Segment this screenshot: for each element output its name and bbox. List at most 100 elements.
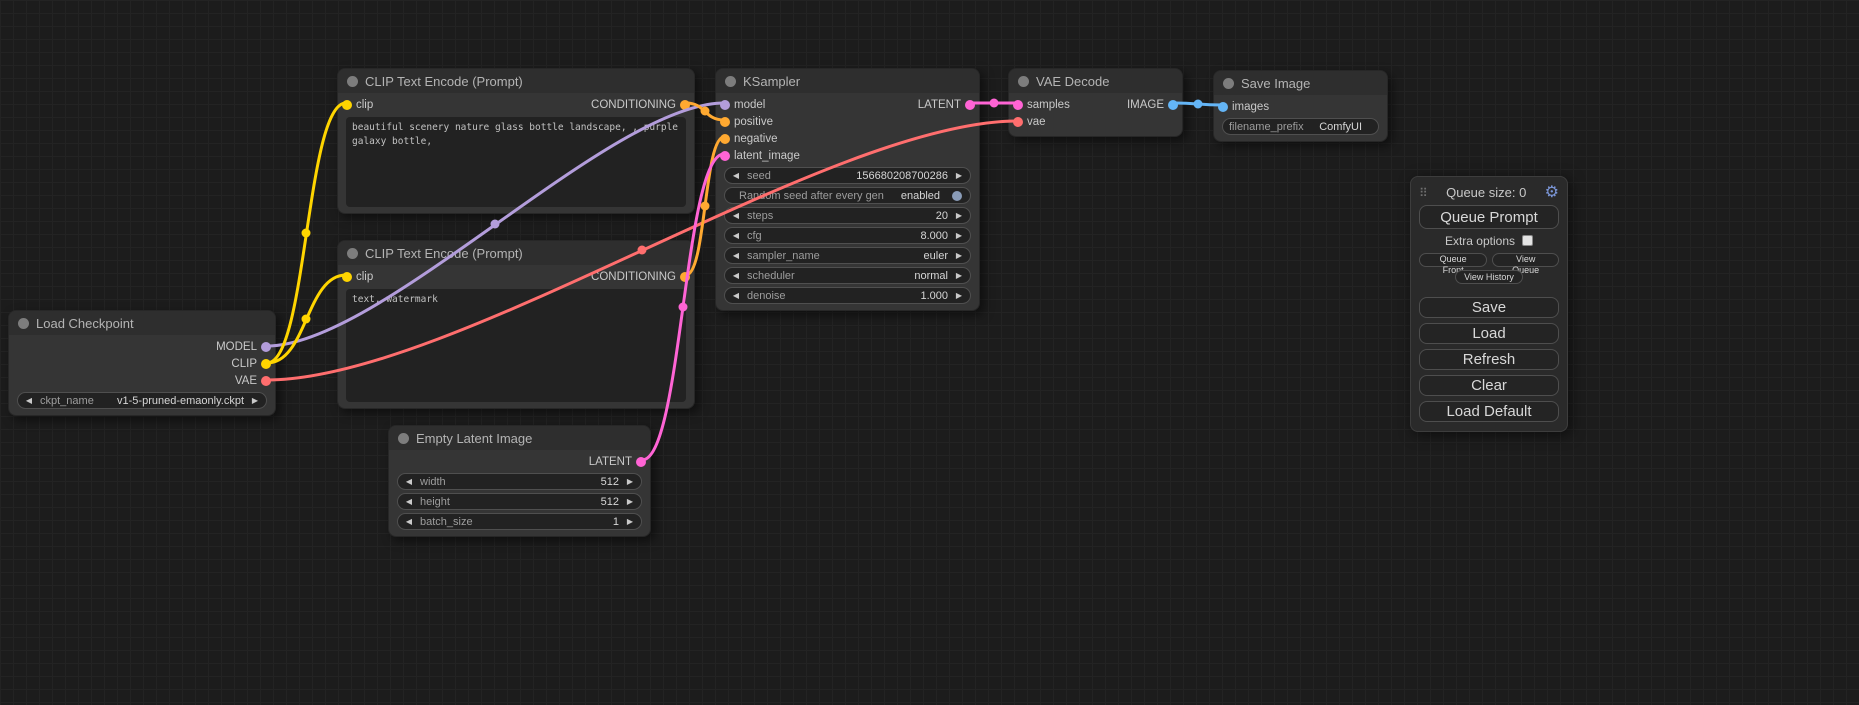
negative-prompt-textarea[interactable]: text, watermark	[346, 289, 686, 402]
input-label: latent_image	[734, 150, 800, 162]
output-slot-vae: VAE	[9, 372, 275, 389]
node-title-bar[interactable]: Save Image	[1214, 71, 1387, 95]
collapse-dot-icon[interactable]	[1223, 78, 1234, 89]
decrement-arrow-icon[interactable]	[404, 498, 414, 506]
model-input-port[interactable]	[720, 100, 730, 110]
conditioning-output-port[interactable]	[680, 272, 690, 282]
node-vae-decode[interactable]: VAE Decode samples IMAGE vae	[1008, 68, 1183, 137]
negative-input-port[interactable]	[720, 134, 730, 144]
slot-row: images	[1214, 98, 1387, 115]
node-title-bar[interactable]: Empty Latent Image	[389, 426, 650, 450]
settings-gear-icon[interactable]	[1545, 182, 1559, 202]
view-queue-button[interactable]: View Queue	[1492, 253, 1559, 267]
widget-random-seed-toggle[interactable]: Random seed after every gen enabled	[724, 187, 971, 204]
images-input-port[interactable]	[1218, 102, 1228, 112]
node-title-bar[interactable]: Load Checkpoint	[9, 311, 275, 335]
increment-arrow-icon[interactable]	[954, 232, 964, 240]
model-output-port[interactable]	[261, 342, 271, 352]
extra-options-checkbox[interactable]	[1522, 235, 1533, 246]
load-button[interactable]: Load	[1419, 323, 1559, 344]
node-clip-text-encode-negative[interactable]: CLIP Text Encode (Prompt) clip CONDITION…	[337, 240, 695, 409]
clip-output-port[interactable]	[261, 359, 271, 369]
input-label: negative	[734, 133, 777, 145]
increment-arrow-icon[interactable]	[625, 498, 635, 506]
decrement-arrow-icon[interactable]	[731, 212, 741, 220]
node-load-checkpoint[interactable]: Load Checkpoint MODEL CLIP VAE ckpt_name…	[8, 310, 276, 416]
node-title-label: VAE Decode	[1036, 74, 1109, 89]
increment-arrow-icon[interactable]	[954, 292, 964, 300]
increment-arrow-icon[interactable]	[954, 212, 964, 220]
positive-prompt-textarea[interactable]: beautiful scenery nature glass bottle la…	[346, 117, 686, 207]
node-save-image[interactable]: Save Image images filename_prefix ComfyU…	[1213, 70, 1388, 142]
conditioning-output-port[interactable]	[680, 100, 690, 110]
widget-sampler-name[interactable]: sampler_name euler	[724, 247, 971, 264]
latent-image-input-port[interactable]	[720, 151, 730, 161]
decrement-arrow-icon[interactable]	[731, 292, 741, 300]
widget-batch-size[interactable]: batch_size 1	[397, 513, 642, 530]
next-value-arrow-icon[interactable]	[954, 272, 964, 280]
decrement-arrow-icon[interactable]	[404, 478, 414, 486]
collapse-dot-icon[interactable]	[347, 76, 358, 87]
node-title-bar[interactable]: VAE Decode	[1009, 69, 1182, 93]
load-default-button[interactable]: Load Default	[1419, 401, 1559, 422]
increment-arrow-icon[interactable]	[625, 518, 635, 526]
widget-steps[interactable]: steps 20	[724, 207, 971, 224]
prev-value-arrow-icon[interactable]	[731, 252, 741, 260]
widget-scheduler[interactable]: scheduler normal	[724, 267, 971, 284]
next-value-arrow-icon[interactable]	[250, 397, 260, 405]
increment-arrow-icon[interactable]	[954, 172, 964, 180]
widget-denoise[interactable]: denoise 1.000	[724, 287, 971, 304]
widget-ckpt-name[interactable]: ckpt_name v1-5-pruned-emaonly.ckpt	[17, 392, 267, 409]
slot-row: model LATENT	[716, 96, 979, 113]
toggle-dot-icon[interactable]	[952, 191, 962, 201]
latent-output-port[interactable]	[965, 100, 975, 110]
decrement-arrow-icon[interactable]	[731, 172, 741, 180]
collapse-dot-icon[interactable]	[398, 433, 409, 444]
view-history-button[interactable]: View History	[1455, 270, 1523, 284]
image-output-port[interactable]	[1168, 100, 1178, 110]
collapse-dot-icon[interactable]	[725, 76, 736, 87]
node-title-bar[interactable]: CLIP Text Encode (Prompt)	[338, 241, 694, 265]
input-label: images	[1232, 101, 1269, 113]
slot-row: clip CONDITIONING	[338, 268, 694, 285]
clear-button[interactable]: Clear	[1419, 375, 1559, 396]
extra-options-label: Extra options	[1445, 234, 1515, 248]
decrement-arrow-icon[interactable]	[731, 232, 741, 240]
node-empty-latent-image[interactable]: Empty Latent Image LATENT width 512 heig…	[388, 425, 651, 537]
node-ksampler[interactable]: KSampler model LATENT positive negative …	[715, 68, 980, 311]
node-clip-text-encode-positive[interactable]: CLIP Text Encode (Prompt) clip CONDITION…	[337, 68, 695, 214]
input-label: clip	[356, 271, 373, 283]
drag-handle-icon[interactable]	[1419, 185, 1428, 200]
clip-input-port[interactable]	[342, 100, 352, 110]
positive-input-port[interactable]	[720, 117, 730, 127]
queue-size-label: Queue size: 0	[1428, 185, 1545, 200]
widget-width[interactable]: width 512	[397, 473, 642, 490]
samples-input-port[interactable]	[1013, 100, 1023, 110]
save-button[interactable]: Save	[1419, 297, 1559, 318]
output-label: VAE	[235, 375, 257, 387]
queue-prompt-button[interactable]: Queue Prompt	[1419, 205, 1559, 229]
decrement-arrow-icon[interactable]	[404, 518, 414, 526]
widget-filename-prefix[interactable]: filename_prefix ComfyUI	[1222, 118, 1379, 135]
prev-value-arrow-icon[interactable]	[24, 397, 34, 405]
node-title-bar[interactable]: CLIP Text Encode (Prompt)	[338, 69, 694, 93]
queue-front-button[interactable]: Queue Front	[1419, 253, 1487, 267]
collapse-dot-icon[interactable]	[347, 248, 358, 259]
widget-seed[interactable]: seed 156680208700286	[724, 167, 971, 184]
latent-output-port[interactable]	[636, 457, 646, 467]
widget-cfg[interactable]: cfg 8.000	[724, 227, 971, 244]
slot-row: negative	[716, 130, 979, 147]
next-value-arrow-icon[interactable]	[954, 252, 964, 260]
increment-arrow-icon[interactable]	[625, 478, 635, 486]
collapse-dot-icon[interactable]	[1018, 76, 1029, 87]
vae-input-port[interactable]	[1013, 117, 1023, 127]
collapse-dot-icon[interactable]	[18, 318, 29, 329]
widget-height[interactable]: height 512	[397, 493, 642, 510]
node-title-label: Load Checkpoint	[36, 316, 134, 331]
prev-value-arrow-icon[interactable]	[731, 272, 741, 280]
output-label: LATENT	[918, 99, 961, 111]
refresh-button[interactable]: Refresh	[1419, 349, 1559, 370]
clip-input-port[interactable]	[342, 272, 352, 282]
vae-output-port[interactable]	[261, 376, 271, 386]
node-title-bar[interactable]: KSampler	[716, 69, 979, 93]
